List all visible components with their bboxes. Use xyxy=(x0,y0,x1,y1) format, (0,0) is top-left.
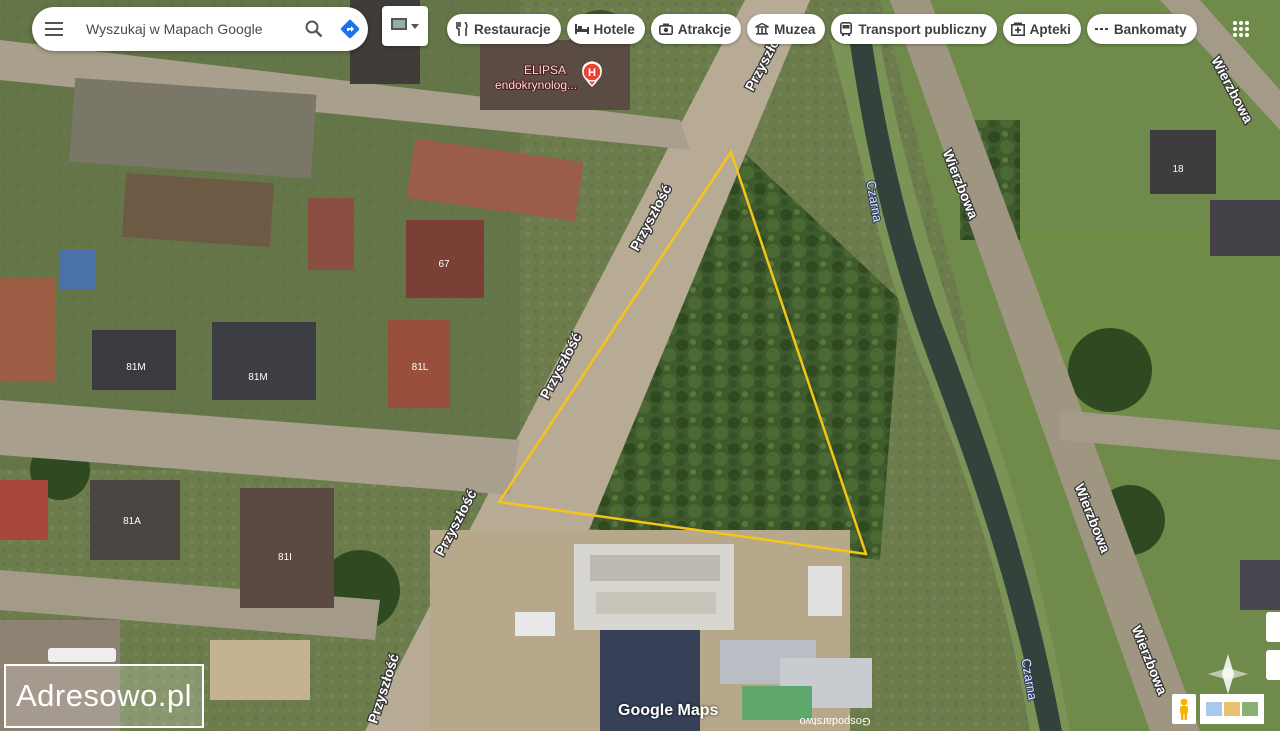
chip-hotele[interactable]: Hotele xyxy=(566,14,645,44)
svg-text:H: H xyxy=(588,67,596,79)
atm-icon xyxy=(1094,22,1109,36)
apps-grid-icon[interactable] xyxy=(1228,16,1254,42)
search-icon[interactable] xyxy=(296,7,332,51)
satellite-map[interactable]: Przyszłość Przyszłość Przyszłość Przyszł… xyxy=(0,0,1280,731)
poi-name: ELIPSA xyxy=(524,63,566,77)
chip-label: Apteki xyxy=(1029,21,1071,37)
house-number: 81A xyxy=(123,516,141,527)
layer-thumbnail-icon[interactable] xyxy=(1200,694,1264,724)
chip-apteki[interactable]: Apteki xyxy=(1002,14,1081,44)
bed-icon xyxy=(574,22,589,36)
directions-icon[interactable] xyxy=(332,7,368,51)
house-number: 18 xyxy=(1172,164,1184,175)
bus-icon xyxy=(839,22,853,36)
chip-label: Bankomaty xyxy=(1113,21,1187,37)
chevron-down-icon xyxy=(411,17,419,35)
chip-label: Transport publiczny xyxy=(858,21,987,37)
side-control[interactable] xyxy=(1266,650,1280,680)
museum-icon xyxy=(755,22,769,36)
poi-subtitle: endokrynolog... xyxy=(495,78,577,92)
side-control[interactable] xyxy=(1266,612,1280,642)
compass-icon[interactable] xyxy=(1206,652,1250,696)
chip-label: Atrakcje xyxy=(677,21,732,37)
chip-transport[interactable]: Transport publiczny xyxy=(831,14,997,44)
house-number: 81M xyxy=(248,372,267,383)
chip-label: Restauracje xyxy=(474,21,551,37)
category-chips: Restauracje Hotele Atrakcje Muzea Transp… xyxy=(447,14,1197,44)
camera-icon xyxy=(658,22,673,36)
chip-atrakcje[interactable]: Atrakcje xyxy=(650,14,742,44)
search-box[interactable]: Wyszukaj w Mapach Google xyxy=(32,7,368,51)
fork-knife-icon xyxy=(455,22,469,36)
house-number: 67 xyxy=(438,259,450,270)
chip-muzea[interactable]: Muzea xyxy=(747,14,826,44)
house-number: 81M xyxy=(126,362,145,373)
layers-icon xyxy=(391,17,407,35)
google-maps-logo: Google Maps xyxy=(618,702,719,719)
layers-button[interactable] xyxy=(382,6,428,46)
chip-label: Hotele xyxy=(593,21,635,37)
pegman-icon[interactable] xyxy=(1172,694,1196,724)
chip-bankomaty[interactable]: Bankomaty xyxy=(1086,14,1197,44)
chip-label: Muzea xyxy=(774,21,816,37)
hamburger-icon[interactable] xyxy=(32,7,76,51)
pharmacy-icon xyxy=(1010,22,1025,36)
building-label: Gospodarstwo xyxy=(800,715,871,727)
house-number: 81I xyxy=(278,552,292,563)
scale-control xyxy=(48,648,116,662)
watermark: Adresowo.pl xyxy=(4,664,204,728)
search-input[interactable]: Wyszukaj w Mapach Google xyxy=(76,21,296,37)
house-number: 81L xyxy=(412,362,429,373)
chip-restauracje[interactable]: Restauracje xyxy=(447,14,561,44)
